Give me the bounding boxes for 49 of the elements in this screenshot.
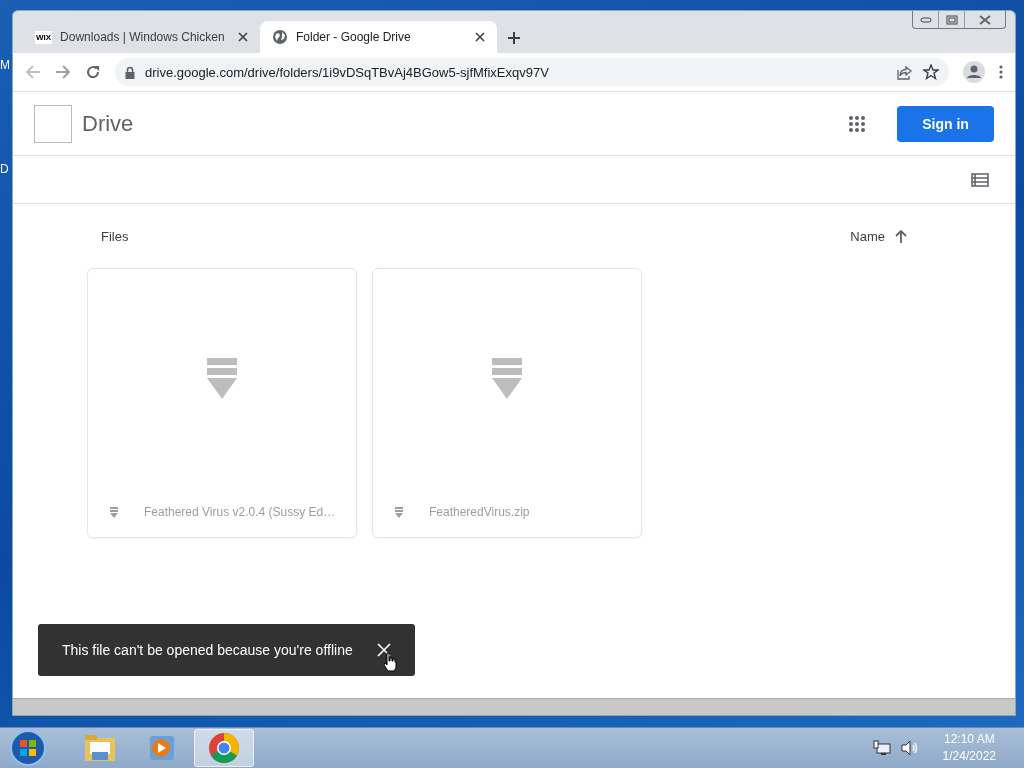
download-file-icon <box>207 357 237 399</box>
close-icon[interactable] <box>238 32 248 42</box>
desktop-icon-label: D <box>0 162 9 176</box>
download-file-icon <box>492 357 522 399</box>
minimize-icon <box>919 16 932 23</box>
desktop-icon-label: M <box>0 58 10 72</box>
section-title: Files <box>101 228 129 244</box>
sort-label[interactable]: Name <box>850 228 885 244</box>
file-name: FeatheredVirus.zip <box>429 505 530 519</box>
app-name: Drive <box>82 110 135 137</box>
file-type-icon <box>395 506 403 518</box>
close-icon[interactable] <box>475 32 485 42</box>
lock-icon <box>125 65 135 79</box>
url-text: drive.google.com/drive/folders/1i9vDSqTBvAj4BGow5-sjfMfixExqv97V <box>145 64 550 80</box>
arrow-up-icon[interactable] <box>895 229 907 243</box>
reload-icon[interactable] <box>85 64 101 80</box>
new-tab-icon[interactable] <box>507 31 521 45</box>
taskbar-button[interactable] <box>194 729 254 767</box>
profile-icon[interactable] <box>963 61 985 83</box>
horizontal-scrollbar[interactable] <box>13 698 1015 715</box>
file-name: Feathered Virus v2.0.4 (Sussy Ed… <box>144 505 336 519</box>
clock-date: 1/24/2022 <box>942 748 996 765</box>
broken-image-icon <box>34 104 72 143</box>
address-bar[interactable]: drive.google.com/drive/folders/1i9vDSqTBvAj4BGow5-sjfMfixExqv97V <box>115 58 949 86</box>
maximize-icon <box>945 14 958 25</box>
globe-icon <box>272 29 288 45</box>
star-icon[interactable] <box>923 64 939 80</box>
tab-title: Folder - Google Drive <box>296 30 412 44</box>
sign-in-button[interactable]: Sign in <box>897 105 994 142</box>
list-view-icon[interactable] <box>971 172 989 187</box>
network-icon[interactable] <box>872 740 891 756</box>
share-icon[interactable] <box>897 64 913 80</box>
volume-icon[interactable] <box>900 740 919 756</box>
media-player-icon[interactable] <box>148 734 176 762</box>
forward-icon[interactable] <box>55 64 71 80</box>
start-button[interactable] <box>8 729 48 767</box>
chrome-icon[interactable] <box>208 732 240 764</box>
browser-tab[interactable]: Folder - Google Drive <box>260 21 497 53</box>
hand-cursor-icon <box>383 652 397 672</box>
apps-grid-icon[interactable] <box>849 115 865 132</box>
folder-icon[interactable] <box>84 734 116 762</box>
browser-tab[interactable]: WIX Downloads | Windows Chicken <box>23 21 260 53</box>
tab-title: Downloads | Windows Chicken <box>60 30 226 44</box>
file-type-icon <box>110 506 118 518</box>
menu-icon[interactable] <box>999 65 1003 79</box>
site-logo-icon: WIX <box>35 30 53 44</box>
snackbar-message: This file can't be opened because you're offline <box>62 642 354 658</box>
close-icon <box>978 14 992 25</box>
clock-time: 12:10 AM <box>943 731 995 748</box>
